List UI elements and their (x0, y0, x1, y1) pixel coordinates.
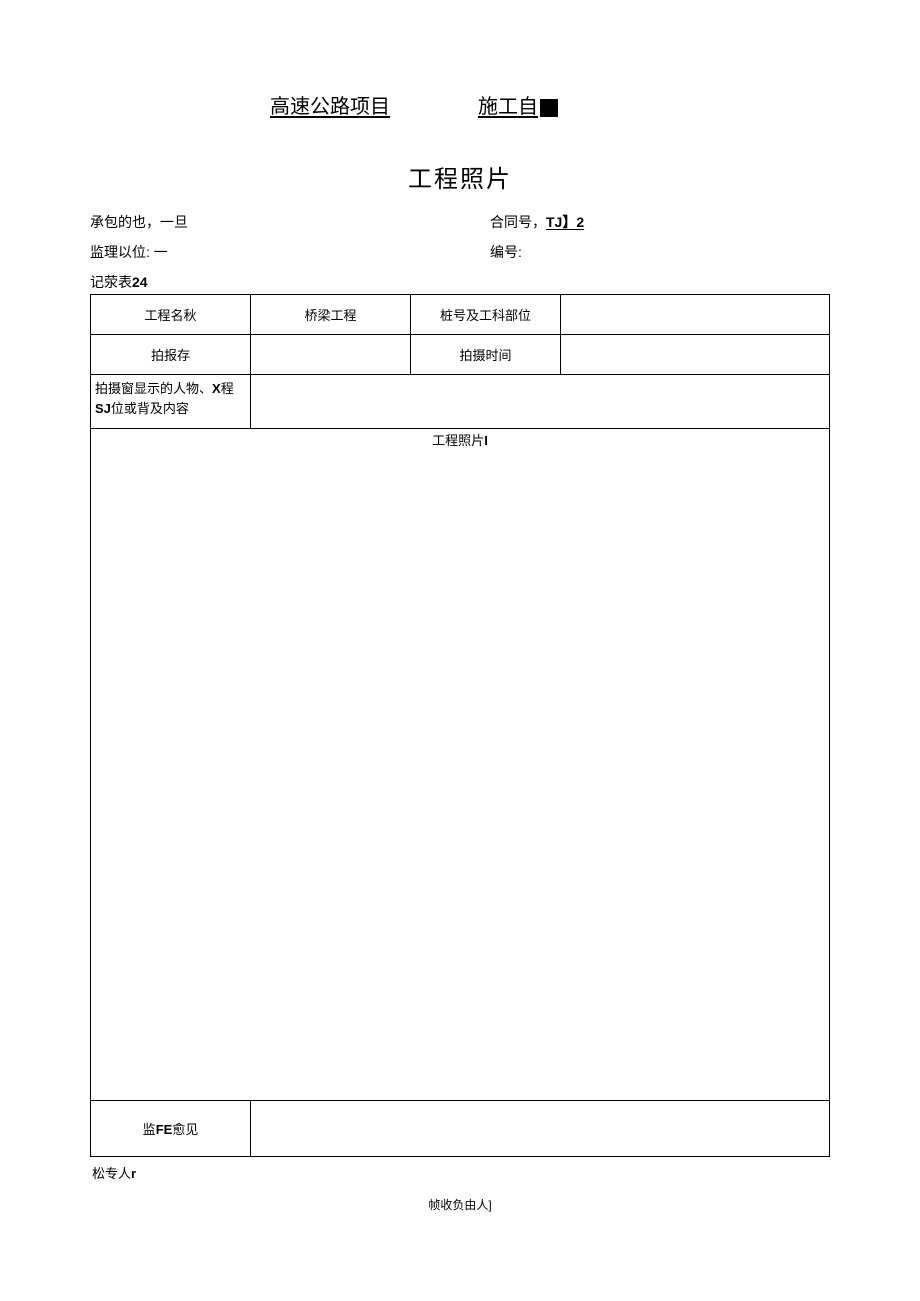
contractor-label: 承包的也，一旦 (90, 212, 490, 232)
cell-description-label: 拍摄窗显示的人物、X程 SJ位或背及内容 (91, 375, 251, 429)
header-right: 施工自 (478, 90, 558, 119)
opinion-bold: FE (156, 1122, 173, 1137)
table-row-3: 拍摄窗显示的人物、X程 SJ位或背及内容 (91, 375, 830, 429)
footer-line2: 帧收负由人] (90, 1196, 830, 1213)
opinion-value-cell (251, 1101, 830, 1157)
contract-number: 合同号，TJ】2 (490, 212, 830, 232)
header-right-text: 施工自 (478, 96, 538, 118)
form-table: 工程名秋 桥梁工程 桩号及工科部位 拍报存 拍摄时间 拍摄窗显示的人物、X程 S… (90, 294, 830, 1157)
opinion-label-cell: 监FE愈见 (91, 1101, 251, 1157)
cell-shoot-label: 拍报存 (91, 335, 251, 375)
footer-line1: 松专人r (90, 1163, 830, 1182)
photo-label-row: 工程照片I (91, 429, 830, 451)
header-left: 高速公路项目 (270, 90, 390, 119)
cell-station-label: 桩号及工科部位 (411, 295, 561, 335)
serial-label: 编号: (490, 242, 830, 262)
record-label: 记荥表24 (90, 272, 830, 292)
table-row-2: 拍报存 拍摄时间 (91, 335, 830, 375)
photo-label-text: 工程照片 (432, 433, 484, 448)
photo-area-row (91, 451, 830, 1101)
contract-label-prefix: 合同号， (490, 214, 546, 230)
cell-time-value (561, 335, 830, 375)
cell-project-name-label: 工程名秋 (91, 295, 251, 335)
cell-time-label: 拍摄时间 (411, 335, 561, 375)
desc-line2-b: 位或背及内容 (111, 401, 189, 416)
footer-line1-bold: r (131, 1166, 136, 1181)
opinion-prefix: 监 (143, 1122, 156, 1137)
record-label-text: 记荥表 (90, 274, 132, 290)
cell-station-value (561, 295, 830, 335)
photo-area-cell (91, 451, 830, 1101)
cell-shoot-value (251, 335, 411, 375)
opinion-suffix: 愈见 (172, 1122, 198, 1137)
opinion-row: 监FE愈见 (91, 1101, 830, 1157)
cell-description-value (251, 375, 830, 429)
record-number: 24 (132, 274, 148, 290)
main-title: 工程照片 (90, 159, 830, 194)
info-section: 承包的也，一旦 合同号，TJ】2 监理以位: 一 编号: (90, 212, 830, 262)
black-box-icon (540, 99, 558, 117)
header: 高速公路项目 施工自 (90, 90, 830, 119)
table-row-1: 工程名秋 桥梁工程 桩号及工科部位 (91, 295, 830, 335)
supervisor-label: 监理以位: 一 (90, 242, 490, 262)
desc-line1-a: 拍摄窗显示的人物、 (95, 381, 212, 396)
desc-line1-c: 程 (221, 381, 234, 396)
desc-line2-a: SJ (95, 401, 111, 416)
contract-value: TJ】2 (546, 214, 584, 230)
photo-label-cell: 工程照片I (91, 429, 830, 451)
photo-label-suffix: I (484, 433, 488, 448)
footer-line1-prefix: 松专人 (92, 1166, 131, 1181)
cell-project-name-value: 桥梁工程 (251, 295, 411, 335)
desc-line1-b: X (212, 381, 221, 396)
